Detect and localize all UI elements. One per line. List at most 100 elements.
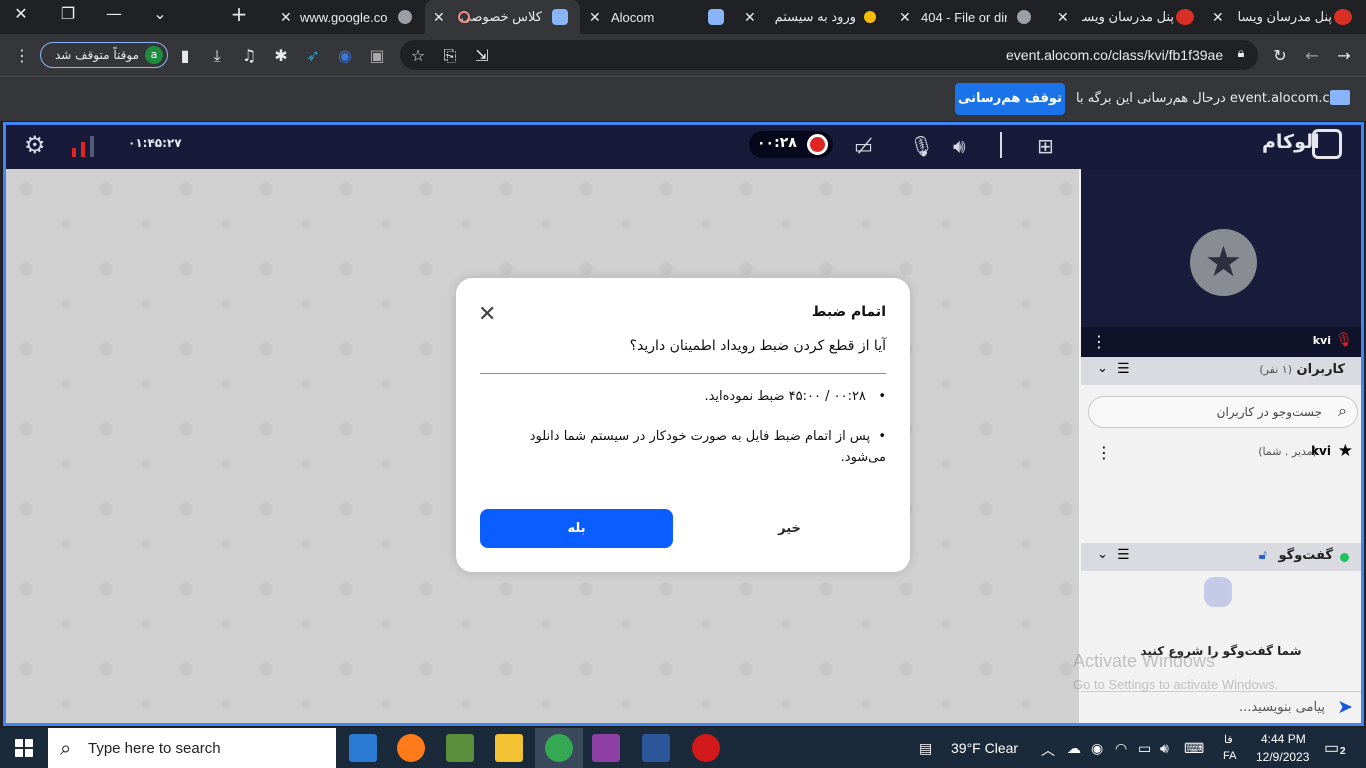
tab-google[interactable]: ✕ www.google.com bbox=[270, 0, 420, 34]
lock-open-icon[interactable]: 🔓︎ bbox=[1259, 548, 1267, 563]
weather-icon[interactable]: ▤ bbox=[919, 740, 932, 757]
tab-close-icon[interactable]: ✕ bbox=[1057, 9, 1069, 26]
minimize-window-icon[interactable]: — bbox=[99, 4, 129, 23]
extension-shield-icon[interactable]: ▣ bbox=[367, 46, 387, 65]
wifi-icon[interactable]: ◠ bbox=[1115, 740, 1127, 757]
users-section-header[interactable]: کاربران (۱ نفر) ⌄ ☰ bbox=[1081, 357, 1361, 385]
close-window-icon[interactable]: ✕ bbox=[6, 4, 36, 23]
weather-text[interactable]: 39°F Clear bbox=[951, 740, 1018, 756]
firefox-icon[interactable] bbox=[397, 734, 425, 762]
file-explorer-icon[interactable] bbox=[495, 734, 523, 762]
tab-alocom[interactable]: ✕ Alocom bbox=[585, 0, 727, 34]
lock-icon[interactable]: 🔒︎ bbox=[1231, 46, 1251, 61]
user-search-input[interactable]: جست‌وجو در کاربران ⌕ bbox=[1088, 396, 1358, 428]
vscode-icon[interactable] bbox=[349, 734, 377, 762]
install-app-icon[interactable]: ⇲ bbox=[472, 46, 492, 65]
site-icon bbox=[864, 11, 876, 23]
layout-grid-icon[interactable]: ⊞ bbox=[1037, 134, 1054, 158]
url-text[interactable]: event.alocom.co/class/kvi/fb1f39ae bbox=[1006, 47, 1223, 63]
settings-gear-icon[interactable]: ⚙ bbox=[24, 131, 46, 159]
tab-close-icon[interactable]: ✕ bbox=[899, 9, 911, 26]
tab-private-class[interactable]: ✕ کلاس خصوصی bbox=[425, 0, 580, 34]
chevron-down-icon[interactable]: ⌄ bbox=[1097, 547, 1108, 562]
windows-start-icon[interactable] bbox=[15, 739, 33, 757]
new-tab-icon[interactable]: + bbox=[224, 2, 254, 26]
visa-logo-icon bbox=[1176, 9, 1194, 25]
tab-label: 404 - File or directory bbox=[921, 9, 1007, 25]
webcam-icon[interactable]: ◉ bbox=[1091, 740, 1103, 757]
video-menu-icon[interactable]: ⋮ bbox=[1091, 332, 1107, 351]
media-control-icon[interactable]: ♫ bbox=[239, 46, 259, 65]
keyboard-icon[interactable]: ⌨ bbox=[1184, 740, 1204, 757]
word-icon[interactable] bbox=[642, 734, 670, 762]
filter-sliders-icon[interactable]: ☰ bbox=[1117, 547, 1130, 563]
notification-icon[interactable]: ▭ bbox=[1324, 738, 1339, 758]
confirm-no-button[interactable]: خیر bbox=[693, 509, 886, 548]
dialog-bullet-duration: • ۰۰:۲۸ / ۴۵:۰۰ ضبط نموده‌اید. bbox=[704, 389, 886, 404]
tab-close-icon[interactable]: ✕ bbox=[1212, 9, 1224, 26]
volume-icon[interactable]: 🔊︎ bbox=[1160, 740, 1169, 757]
winrar-icon[interactable] bbox=[592, 734, 620, 762]
spreadsheet-icon[interactable] bbox=[446, 734, 474, 762]
online-dot-icon bbox=[1340, 553, 1349, 562]
cloud-off-icon[interactable]: ☁ bbox=[1067, 740, 1081, 757]
tab-search-icon[interactable]: ⌄ bbox=[145, 4, 175, 23]
clock-date[interactable]: 12/9/2023 bbox=[1256, 750, 1309, 764]
mic-off-icon[interactable]: 🎙︎ bbox=[909, 134, 934, 158]
confirm-yes-button[interactable]: بله bbox=[480, 509, 673, 548]
chevron-down-icon[interactable]: ⌄ bbox=[1097, 361, 1108, 376]
reload-icon[interactable]: ↻ bbox=[1270, 46, 1290, 65]
tab-login[interactable]: ✕ ورود به سیستم bbox=[740, 0, 880, 34]
battery-icon[interactable]: ▭ bbox=[1138, 740, 1151, 757]
extension-wordpress-icon[interactable]: ◉ bbox=[335, 46, 355, 65]
chrome-icon[interactable] bbox=[545, 734, 573, 762]
star-avatar-icon: ★ bbox=[1190, 229, 1257, 296]
search-icon: ⌕ bbox=[60, 736, 72, 760]
restore-window-icon[interactable]: ❐ bbox=[53, 4, 83, 23]
extensions-icon[interactable]: ✱ bbox=[271, 46, 291, 65]
tab-404[interactable]: ✕ 404 - File or directory bbox=[895, 0, 1035, 34]
tab-close-icon[interactable]: ✕ bbox=[589, 9, 601, 26]
language-fa[interactable]: فا bbox=[1224, 733, 1233, 746]
speaker-icon[interactable]: 🔊︎ bbox=[953, 134, 966, 158]
language-code[interactable]: FA bbox=[1223, 750, 1236, 762]
record-stop-icon[interactable] bbox=[807, 134, 828, 155]
recording-icon bbox=[458, 11, 470, 23]
tab-label: Alocom bbox=[611, 9, 655, 25]
back-icon[interactable]: → bbox=[1334, 46, 1354, 65]
tab-teachers-panel-2[interactable]: ✕ پنل مدرسان ویسا bbox=[1208, 0, 1366, 34]
header-divider bbox=[1000, 132, 1002, 158]
side-panel-icon[interactable]: ▮ bbox=[175, 46, 195, 65]
extension-feather-icon[interactable]: ➶ bbox=[303, 46, 323, 65]
tab-label: پنل مدرسان ویسا bbox=[1082, 9, 1174, 24]
chat-section-header[interactable]: گفت‌وگو 🔓︎ ⌄ ☰ bbox=[1081, 543, 1361, 571]
clock-time[interactable]: 4:44 PM bbox=[1261, 732, 1306, 746]
recording-time: ۰۰:۲۸ bbox=[757, 135, 797, 151]
profile-paused-button[interactable]: a موقتاً متوقف شد bbox=[40, 42, 168, 68]
send-icon[interactable]: ➤ bbox=[1337, 696, 1353, 718]
antivirus-icon[interactable] bbox=[692, 734, 720, 762]
user-menu-icon[interactable]: ⋮ bbox=[1096, 443, 1112, 462]
chat-message-input[interactable]: پیامی بنویسید... ➤ bbox=[1081, 691, 1361, 723]
bookmark-star-icon[interactable]: ☆ bbox=[408, 46, 428, 65]
forward-icon[interactable]: ← bbox=[1302, 46, 1322, 65]
filter-sliders-icon[interactable]: ☰ bbox=[1117, 361, 1130, 377]
taskbar-search-box[interactable]: ⌕ Type here to search bbox=[48, 728, 336, 768]
tab-close-icon[interactable]: ✕ bbox=[280, 9, 292, 26]
tab-close-icon[interactable]: ✕ bbox=[744, 9, 756, 26]
tray-chevron-icon[interactable]: ︿ bbox=[1041, 740, 1055, 760]
close-icon[interactable]: ✕ bbox=[478, 302, 496, 327]
recording-indicator[interactable]: ۰۰:۲۸ bbox=[749, 131, 833, 158]
stop-sharing-button[interactable]: توقف هم‌رسانی bbox=[955, 83, 1065, 115]
download-icon[interactable]: ⤓ bbox=[207, 46, 227, 66]
share-icon[interactable]: ⎘ bbox=[440, 46, 460, 66]
tab-label: ورود به سیستم bbox=[774, 9, 856, 24]
notification-count: 2 bbox=[1340, 746, 1346, 757]
tab-close-icon[interactable]: ✕ bbox=[433, 9, 445, 26]
user-list-item[interactable]: ⋮ (مدیر . شما) kvi ★ bbox=[1090, 441, 1355, 465]
signal-strength-icon bbox=[72, 135, 98, 157]
camera-off-icon[interactable]: ▭̸ bbox=[854, 134, 873, 158]
dialog-divider bbox=[480, 373, 886, 374]
tab-teachers-panel-1[interactable]: ✕ پنل مدرسان ویسا bbox=[1052, 0, 1202, 34]
menu-kebab-icon[interactable]: ⋮ bbox=[12, 46, 32, 65]
